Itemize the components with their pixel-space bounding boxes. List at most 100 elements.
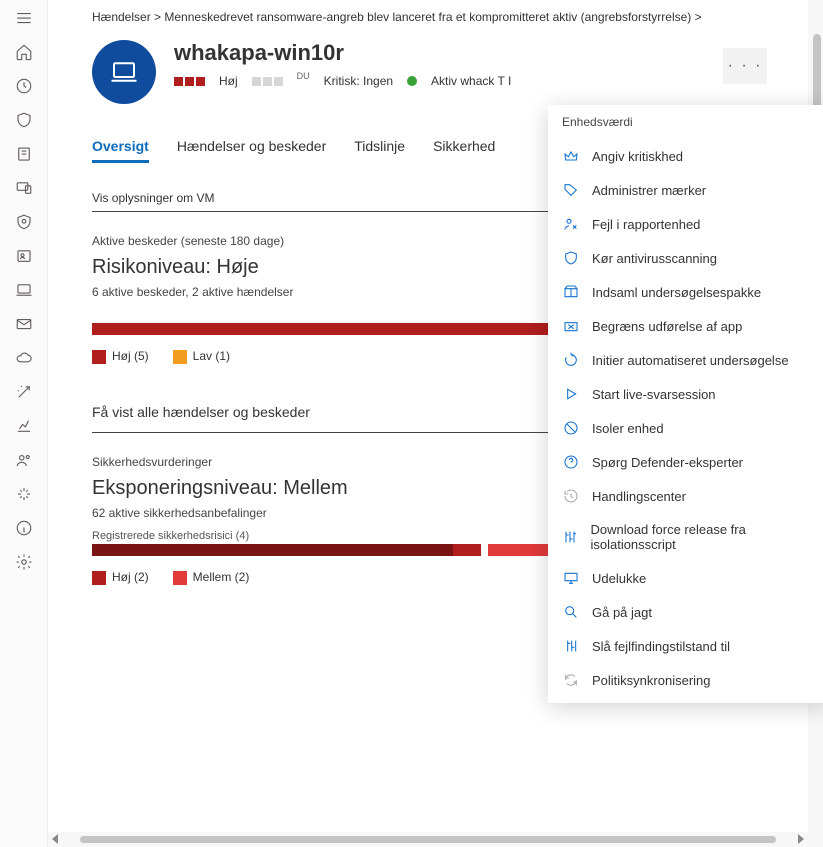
breadcrumb[interactable]: Hændelser > Menneskedrevet ransomware-an… <box>92 0 787 40</box>
legend-low: Lav (1) <box>173 349 230 364</box>
wand-icon[interactable] <box>14 382 34 402</box>
menu-item-shield[interactable]: Kør antivirusscanning <box>548 241 823 275</box>
tag-icon <box>562 182 580 198</box>
devices-icon[interactable] <box>14 178 34 198</box>
crumb-0[interactable]: Hændelser > <box>92 10 161 24</box>
monitor-icon <box>562 570 580 586</box>
clock-icon[interactable] <box>14 76 34 96</box>
horizontal-scrollbar[interactable] <box>48 832 808 847</box>
menu-item-sync[interactable]: Politiksynkronisering <box>548 663 823 697</box>
menu-item-label: Kør antivirusscanning <box>592 251 717 266</box>
package-icon <box>562 284 580 300</box>
tab-overview[interactable]: Oversigt <box>92 138 149 163</box>
contact-icon[interactable] <box>14 246 34 266</box>
menu-item-label: Download force release fra isolationsscr… <box>590 522 814 552</box>
menu-item-label: Politiksynkronisering <box>592 673 711 688</box>
question-icon <box>562 454 580 470</box>
device-name: whakapa-win10r <box>174 40 511 66</box>
menu-item-label: Administrer mærker <box>592 183 706 198</box>
actions-menu: Enhedsværdi Angiv kritiskhed Administrer … <box>548 105 823 703</box>
play-icon <box>562 386 580 402</box>
criticality-label: Kritisk: Ingen <box>324 74 393 88</box>
menu-item-cycle[interactable]: Initier automatiseret undersøgelse <box>548 343 823 377</box>
device-status-row: Høj DU Kritisk: Ingen Aktiv whack T I <box>174 74 511 88</box>
laptop-glyph-icon <box>109 57 139 87</box>
menu-item-label: Gå på jagt <box>592 605 652 620</box>
du-badge: DU <box>297 71 310 81</box>
swatch-high2-icon <box>92 571 106 585</box>
menu-item-label: Udelukke <box>592 571 646 586</box>
sliders-icon <box>562 529 578 545</box>
hamburger-icon[interactable] <box>14 8 34 28</box>
menu-item-debug[interactable]: Slå fejlfindingstilstand til <box>548 629 823 663</box>
menu-item-person-fail[interactable]: Fejl i rapportenhed <box>548 207 823 241</box>
menu-item-restrict[interactable]: Begræns udførelse af app <box>548 309 823 343</box>
legend-high: Høj (5) <box>92 349 149 364</box>
more-actions-button[interactable]: · · · <box>723 48 767 84</box>
menu-item-sliders[interactable]: Download force release fra isolationsscr… <box>548 513 823 561</box>
history-icon <box>562 488 580 504</box>
device-header: whakapa-win10r Høj DU Kritisk: Ingen Akt… <box>92 40 787 104</box>
chart-icon[interactable] <box>14 416 34 436</box>
active-dot-icon <box>407 76 417 86</box>
security-icon[interactable] <box>14 212 34 232</box>
legend-exp-med: Mellem (2) <box>173 570 250 585</box>
swatch-low-icon <box>173 350 187 364</box>
cloud-icon[interactable] <box>14 348 34 368</box>
block-icon <box>562 420 580 436</box>
server-icon[interactable] <box>14 144 34 164</box>
crumb-1[interactable]: Menneskedrevet ransomware-angreb blev la… <box>164 10 701 24</box>
swatch-high-icon <box>92 350 106 364</box>
legend-exp-high: Høj (2) <box>92 570 149 585</box>
tab-security[interactable]: Sikkerhed <box>433 138 495 163</box>
menu-item-label: Isoler enhed <box>592 421 664 436</box>
menu-item-monitor[interactable]: Udelukke <box>548 561 823 595</box>
laptop-icon[interactable] <box>14 280 34 300</box>
sync-icon <box>562 672 580 688</box>
active-label: Aktiv whack T I <box>431 74 511 88</box>
device-title-block: whakapa-win10r Høj DU Kritisk: Ingen Akt… <box>174 40 511 88</box>
menu-item-label: Handlingscenter <box>592 489 686 504</box>
sparkle-icon[interactable] <box>14 484 34 504</box>
menu-item-label: Angiv kritiskhed <box>592 149 683 164</box>
menu-header: Enhedsværdi <box>548 109 823 139</box>
hunt-icon <box>562 604 580 620</box>
home-icon[interactable] <box>14 42 34 62</box>
info-icon[interactable] <box>14 518 34 538</box>
menu-item-label: Fejl i rapportenhed <box>592 217 700 232</box>
tab-incidents[interactable]: Hændelser og beskeder <box>177 138 326 163</box>
mail-icon[interactable] <box>14 314 34 334</box>
menu-item-package[interactable]: Indsaml undersøgelsespakke <box>548 275 823 309</box>
main-scroll: Hændelser > Menneskedrevet ransomware-an… <box>48 0 823 847</box>
menu-item-label: Initier automatiseret undersøgelse <box>592 353 789 368</box>
menu-item-play[interactable]: Start live-svarsession <box>548 377 823 411</box>
menu-item-crown[interactable]: Angiv kritiskhed <box>548 139 823 173</box>
menu-item-question[interactable]: Spørg Defender-eksperter <box>548 445 823 479</box>
shield-icon <box>562 250 580 266</box>
menu-item-label: Indsaml undersøgelsespakke <box>592 285 761 300</box>
restrict-icon <box>562 318 580 334</box>
people-icon[interactable] <box>14 450 34 470</box>
menu-item-label: Spørg Defender-eksperter <box>592 455 743 470</box>
menu-item-label: Start live-svarsession <box>592 387 716 402</box>
debug-icon <box>562 638 580 654</box>
gear-icon[interactable] <box>14 552 34 572</box>
menu-item-history[interactable]: Handlingscenter <box>548 479 823 513</box>
severity-grey-boxes <box>252 77 283 86</box>
shield-icon[interactable] <box>14 110 34 130</box>
severity-high-label: Høj <box>219 74 238 88</box>
swatch-med-icon <box>173 571 187 585</box>
nav-rail <box>0 0 48 847</box>
menu-item-tag[interactable]: Administrer mærker <box>548 173 823 207</box>
person-fail-icon <box>562 216 580 232</box>
severity-high-boxes <box>174 77 205 86</box>
menu-item-label: Begræns udførelse af app <box>592 319 742 334</box>
device-avatar <box>92 40 156 104</box>
app-root: Hændelser > Menneskedrevet ransomware-an… <box>0 0 823 847</box>
crown-icon <box>562 148 580 164</box>
menu-item-hunt[interactable]: Gå på jagt <box>548 595 823 629</box>
menu-item-block[interactable]: Isoler enhed <box>548 411 823 445</box>
cycle-icon <box>562 352 580 368</box>
menu-item-label: Slå fejlfindingstilstand til <box>592 639 730 654</box>
tab-timeline[interactable]: Tidslinje <box>354 138 405 163</box>
